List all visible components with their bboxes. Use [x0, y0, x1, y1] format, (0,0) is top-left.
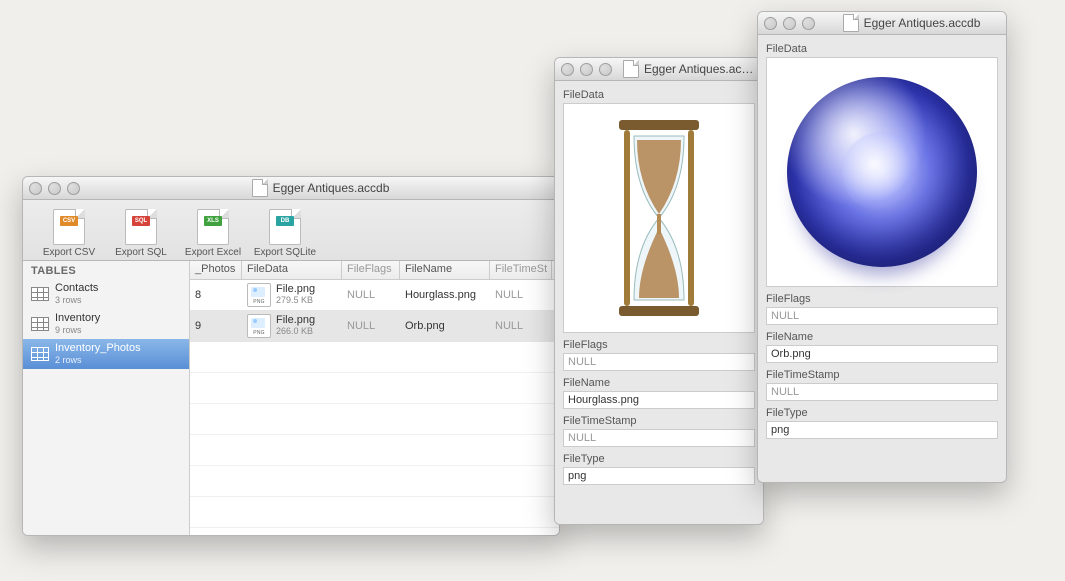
field-fileflags[interactable]: NULL [563, 353, 755, 371]
detail2-titlebar[interactable]: Egger Antiques.accdb [758, 12, 1006, 35]
minimize-icon[interactable] [783, 17, 796, 30]
document-icon [843, 14, 859, 32]
csv-icon: CSV [60, 216, 78, 226]
export-sqlite-label: Export SQLite [254, 247, 316, 258]
field-filename[interactable]: Orb.png [766, 345, 998, 363]
main-titlebar[interactable]: Egger Antiques.accdb [23, 177, 559, 200]
label-fileflags: FileFlags [766, 293, 998, 305]
table-row[interactable]: 8 File.png 279.5 KB NULL Hourglass.png N… [190, 280, 559, 311]
window-title: Egger Antiques.accdb [273, 181, 390, 195]
detail1-titlebar[interactable]: Egger Antiques.accdb [555, 58, 763, 81]
empty-rows [190, 342, 559, 536]
sidebar-item-label: Inventory_Photos [55, 342, 141, 354]
label-filedata: FileData [766, 43, 998, 55]
zoom-icon[interactable] [67, 182, 80, 195]
filedata-image [563, 103, 755, 333]
cell-file-name: File.png [276, 284, 315, 295]
png-icon [247, 283, 271, 307]
cell-file-name: File.png [276, 315, 315, 326]
sidebar-item-contacts[interactable]: Contacts 3 rows [23, 279, 189, 309]
window-title: Egger Antiques.accdb [644, 62, 754, 76]
col-filedata[interactable]: FileData [242, 261, 342, 279]
db-icon: DB [276, 216, 294, 226]
col-filename[interactable]: FileName [400, 261, 490, 279]
label-filedata: FileData [563, 89, 755, 101]
toolbar: CSV Export CSV SQL Export SQL XLS Export… [23, 200, 559, 261]
label-filetype: FileType [563, 453, 755, 465]
field-filets[interactable]: NULL [766, 383, 998, 401]
close-icon[interactable] [29, 182, 42, 195]
cell-filets: NULL [490, 320, 552, 332]
zoom-icon[interactable] [802, 17, 815, 30]
grid-header: _Photos FileData FileFlags FileName File… [190, 261, 559, 280]
col-filetimestamp[interactable]: FileTimeSt [490, 261, 552, 279]
sidebar-item-rowcount: 3 rows [55, 294, 98, 306]
export-excel-label: Export Excel [185, 247, 241, 258]
table-icon [31, 347, 49, 361]
sidebar-item-label: Contacts [55, 282, 98, 294]
export-sql-label: Export SQL [115, 247, 167, 258]
col-fileflags[interactable]: FileFlags [342, 261, 400, 279]
label-filets: FileTimeStamp [563, 415, 755, 427]
cell-fileflags: NULL [342, 320, 400, 332]
sidebar-item-inventory-photos[interactable]: Inventory_Photos 2 rows [23, 339, 189, 369]
main-window: Egger Antiques.accdb CSV Export CSV SQL … [22, 176, 560, 536]
sidebar-heading: TABLES [23, 261, 189, 279]
label-filename: FileName [766, 331, 998, 343]
field-filetype[interactable]: png [766, 421, 998, 439]
label-filets: FileTimeStamp [766, 369, 998, 381]
label-fileflags: FileFlags [563, 339, 755, 351]
table-icon [31, 287, 49, 301]
sidebar-item-label: Inventory [55, 312, 100, 324]
cell-filename: Orb.png [400, 320, 490, 332]
cell-filedata: File.png 266.0 KB [242, 314, 342, 338]
close-icon[interactable] [764, 17, 777, 30]
export-csv-label: Export CSV [43, 247, 95, 258]
sidebar-item-rowcount: 9 rows [55, 324, 100, 336]
hourglass-icon [609, 118, 709, 318]
cell-filedata: File.png 279.5 KB [242, 283, 342, 307]
document-icon [252, 179, 268, 197]
cell-file-size: 266.0 KB [276, 326, 315, 337]
cell-fileflags: NULL [342, 289, 400, 301]
detail-window-orb: Egger Antiques.accdb FileData FileFlags … [757, 11, 1007, 483]
export-sqlite-button[interactable]: DB Export SQLite [249, 209, 321, 258]
cell-filets: NULL [490, 289, 552, 301]
cell-file-size: 279.5 KB [276, 295, 315, 306]
export-sql-button[interactable]: SQL Export SQL [105, 209, 177, 258]
sidebar-item-inventory[interactable]: Inventory 9 rows [23, 309, 189, 339]
field-filetype[interactable]: png [563, 467, 755, 485]
field-filename[interactable]: Hourglass.png [563, 391, 755, 409]
window-title: Egger Antiques.accdb [864, 16, 981, 30]
close-icon[interactable] [561, 63, 574, 76]
traffic-lights [561, 63, 612, 76]
table-icon [31, 317, 49, 331]
export-excel-button[interactable]: XLS Export Excel [177, 209, 249, 258]
cell-filename: Hourglass.png [400, 289, 490, 301]
minimize-icon[interactable] [580, 63, 593, 76]
document-icon [623, 60, 639, 78]
cell-id: 8 [190, 289, 242, 301]
data-grid: _Photos FileData FileFlags FileName File… [190, 261, 559, 536]
cell-id: 9 [190, 320, 242, 332]
traffic-lights [764, 17, 815, 30]
traffic-lights [29, 182, 80, 195]
field-filets[interactable]: NULL [563, 429, 755, 447]
orb-icon [787, 77, 977, 267]
label-filetype: FileType [766, 407, 998, 419]
filedata-image [766, 57, 998, 287]
detail-window-hourglass: Egger Antiques.accdb FileData FileFlags … [554, 57, 764, 525]
xls-icon: XLS [204, 216, 222, 226]
label-filename: FileName [563, 377, 755, 389]
sidebar-item-rowcount: 2 rows [55, 354, 141, 366]
field-fileflags[interactable]: NULL [766, 307, 998, 325]
minimize-icon[interactable] [48, 182, 61, 195]
sql-icon: SQL [132, 216, 150, 226]
png-icon [247, 314, 271, 338]
sidebar: TABLES Contacts 3 rows Inventory 9 rows … [23, 261, 190, 536]
export-csv-button[interactable]: CSV Export CSV [33, 209, 105, 258]
col-photos[interactable]: _Photos [190, 261, 242, 279]
zoom-icon[interactable] [599, 63, 612, 76]
table-row[interactable]: 9 File.png 266.0 KB NULL Orb.png NULL [190, 311, 559, 342]
